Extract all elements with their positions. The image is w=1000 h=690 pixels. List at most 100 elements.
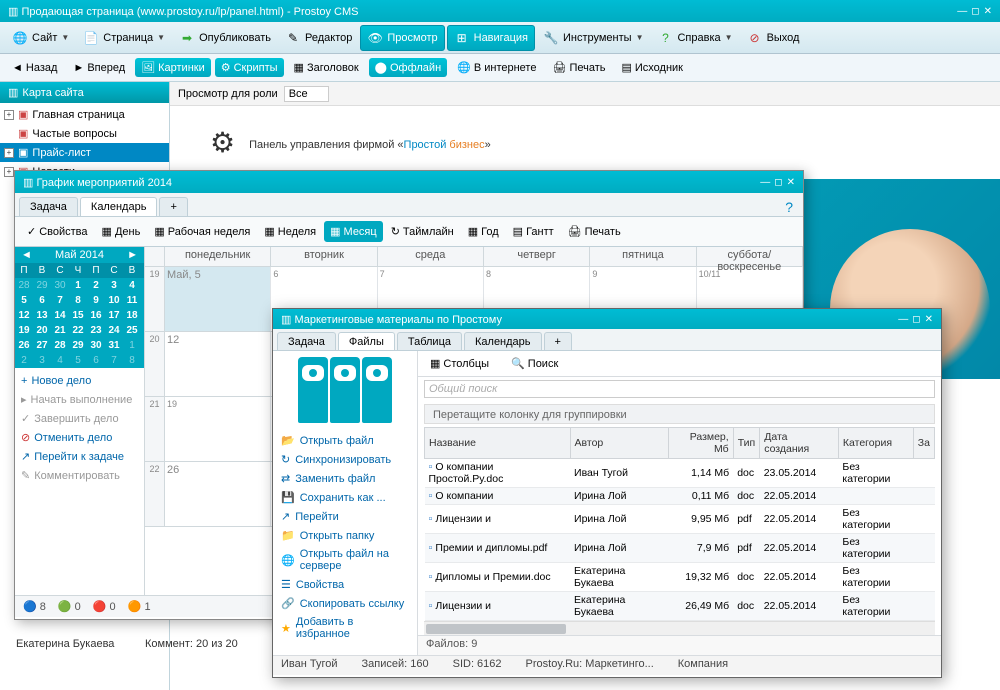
table-row[interactable]: ▫Премии и дипломы.pdfИрина Лой7,9 Мбpdf2… [425,534,935,563]
nav-forward[interactable]: ►Вперед [67,59,131,77]
nav-header[interactable]: ▦Заголовок [288,58,365,77]
menu-site[interactable]: 🌐Сайт▼ [6,26,75,50]
cal-max-button[interactable]: ◻ [774,177,782,188]
tree-item-pricelist[interactable]: +▣Прайс-лист [0,143,169,162]
files-close-button[interactable]: ✕ [925,314,933,325]
role-label: Просмотр для роли [178,88,278,100]
files-max-button[interactable]: ◻ [912,314,920,325]
ftab-task[interactable]: Задача [277,332,336,350]
gantt-icon: ▤ [513,225,523,238]
nav-source[interactable]: ▤Исходник [615,58,689,77]
files-min-button[interactable]: — [898,314,908,325]
col-za[interactable]: За [913,428,934,459]
col-type[interactable]: Тип [733,428,760,459]
ftab-files[interactable]: Файлы [338,332,395,350]
ftab-table[interactable]: Таблица [397,332,462,350]
tab-add[interactable]: + [159,197,187,216]
mini-calendar[interactable]: ◄Май 2014► ПВСЧПСВ 282930123456789101112… [15,247,144,368]
tb-search[interactable]: 🔍Поиск [505,353,564,374]
menu-page[interactable]: 📄Страница▼ [77,26,171,50]
menu-preview[interactable]: 👁Просмотр [360,25,444,51]
ftab-calendar[interactable]: Календарь [464,332,542,350]
prev-month-button[interactable]: ◄ [17,249,36,261]
tb-week[interactable]: ▦Неделя [258,221,322,242]
h-scrollbar[interactable] [424,621,935,635]
col-name[interactable]: Название [425,428,571,459]
col-size[interactable]: Размер, Мб [669,428,733,459]
act-new[interactable]: +Новое дело [15,372,144,390]
nav-icon: ⊞ [454,30,470,46]
expand-icon[interactable]: + [4,148,14,158]
act-start[interactable]: ▸Начать выполнение [15,390,144,409]
nav-offline[interactable]: ⬤Оффлайн [369,58,447,77]
fact-replace[interactable]: ⇄Заменить файл [279,469,411,488]
menu-exit[interactable]: ⊘Выход [741,26,806,50]
fact-openfolder[interactable]: 📁Открыть папку [279,526,411,545]
cal-min-button[interactable]: — [760,177,770,188]
tb-workweek[interactable]: ▦Рабочая неделя [148,221,256,242]
expand-icon[interactable]: + [4,110,14,120]
next-month-button[interactable]: ► [123,249,142,261]
tb-day[interactable]: ▦День [96,221,147,242]
cal-close-button[interactable]: ✕ [787,177,795,188]
nav-scripts[interactable]: ⚙Скрипты [215,58,284,77]
day-cell[interactable]: 19 [165,397,271,461]
nav-print[interactable]: 🖨Печать [546,58,611,77]
scroll-thumb[interactable] [426,624,566,634]
menu-help[interactable]: ?Справка▼ [651,26,738,50]
tb-print[interactable]: 🖨Печать [562,221,627,242]
day-cell[interactable]: 12 [165,332,271,396]
table-row[interactable]: ▫Дипломы и Премии.docЕкатерина Букаева19… [425,563,935,592]
fact-openserver[interactable]: 🌐Открыть файл на сервере [279,545,411,575]
tree-item-home[interactable]: +▣Главная страница [0,105,169,124]
act-finish[interactable]: ✓Завершить дело [15,409,144,428]
menu-tools[interactable]: 🔧Инструменты▼ [537,26,650,50]
fact-open[interactable]: 📂Открыть файл [279,431,411,450]
menu-navigation[interactable]: ⊞Навигация [447,25,535,51]
fact-sync[interactable]: ↻Синхронизировать [279,450,411,469]
fact-saveas[interactable]: 💾Сохранить как ... [279,488,411,507]
close-button[interactable]: ✕ [984,6,992,17]
files-titlebar[interactable]: ▥ Маркетинговые материалы по Простому —◻… [273,309,941,329]
act-cancel[interactable]: ⊘Отменить дело [15,428,144,447]
tab-task[interactable]: Задача [19,197,78,216]
table-row[interactable]: ▫О компании Простой.Ру.docИван Тугой1,14… [425,459,935,488]
publish-icon: ➡ [179,30,195,46]
act-goto[interactable]: ↗Перейти к задаче [15,447,144,466]
act-comment[interactable]: ✎Комментировать [15,466,144,485]
nav-images[interactable]: 🖼Картинки [135,58,211,77]
role-select[interactable]: Все [284,86,329,102]
tb-columns[interactable]: ▦Столбцы [424,353,495,374]
day-cell[interactable]: 26 [165,462,271,526]
tb-props[interactable]: ✓Свойства [21,221,94,242]
fact-copylink[interactable]: 🔗Скопировать ссылку [279,594,411,613]
ftab-add[interactable]: + [544,332,572,350]
search-input[interactable]: Общий поиск [424,380,935,398]
fact-fav[interactable]: ★Добавить в избранное [279,613,411,643]
tree-item-faq[interactable]: ▣Частые вопросы [0,124,169,143]
col-author[interactable]: Автор [570,428,669,459]
expand-icon[interactable]: + [4,167,14,177]
col-category[interactable]: Категория [838,428,913,459]
help-icon[interactable]: ? [779,197,799,216]
table-row[interactable]: ▫О компанииИрина Лой0,11 Мбdoc22.05.2014 [425,488,935,505]
menu-editor[interactable]: ✎Редактор [279,26,358,50]
tb-gantt[interactable]: ▤Гантт [507,221,560,242]
nav-internet[interactable]: 🌐В интернете [451,58,542,77]
table-row[interactable]: ▫Лицензии иЕкатерина Букаева26,49 Мбdoc2… [425,592,935,621]
fact-goto[interactable]: ↗Перейти [279,507,411,526]
nav-back[interactable]: ◄Назад [6,59,63,77]
minimize-button[interactable]: — [957,6,967,17]
group-hint[interactable]: Перетащите колонку для группировки [424,404,935,424]
tb-month[interactable]: ▦Месяц [324,221,383,242]
tb-year[interactable]: ▦Год [462,221,505,242]
table-row[interactable]: ▫Лицензии иИрина Лой9,95 Мбpdf22.05.2014… [425,505,935,534]
tb-timeline[interactable]: ↻Таймлайн [385,221,460,242]
calendar-titlebar[interactable]: ▥ График мероприятий 2014 —◻✕ [15,171,803,193]
fact-props[interactable]: ☰Свойства [279,575,411,594]
col-created[interactable]: Дата создания [760,428,839,459]
day-cell[interactable]: Май, 5 [165,267,271,331]
maximize-button[interactable]: ◻ [971,6,979,17]
menu-publish[interactable]: ➡Опубликовать [173,26,277,50]
tab-calendar[interactable]: Календарь [80,197,158,216]
